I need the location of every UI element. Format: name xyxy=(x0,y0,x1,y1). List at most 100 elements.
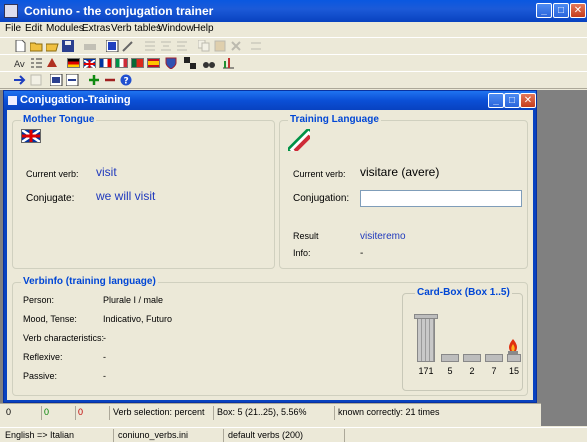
conjugation-label: Conjugation: xyxy=(293,193,350,204)
child-window-body: Mother Tongue Current verb: visit Conjug… xyxy=(7,110,533,400)
verbinfo-characteristics-value: - xyxy=(103,333,106,343)
shield-icon[interactable] xyxy=(165,57,178,69)
menu-bar: File Edit Modules Extras Verb tables Win… xyxy=(0,22,587,37)
child-maximize-button[interactable]: □ xyxy=(504,93,520,108)
flag-german-icon[interactable] xyxy=(67,58,80,68)
print-icon[interactable] xyxy=(84,40,97,52)
svg-text:Av: Av xyxy=(14,60,26,69)
book-icon[interactable] xyxy=(46,57,59,69)
conjugation-input[interactable] xyxy=(360,190,522,207)
menu-edit[interactable]: Edit xyxy=(25,23,42,34)
verbinfo-reflexive-label: Reflexive: xyxy=(23,352,63,362)
app-icon xyxy=(4,4,18,18)
chess-icon[interactable] xyxy=(184,57,197,69)
tools-icon[interactable] xyxy=(122,40,135,52)
copy-icon[interactable] xyxy=(198,40,211,52)
flag-spain-icon[interactable] xyxy=(147,58,160,68)
flag-uk-icon[interactable] xyxy=(83,58,96,69)
verbinfo-group: Verbinfo (training language) Person: Plu… xyxy=(12,276,528,396)
flag-france-icon[interactable] xyxy=(99,58,112,68)
remove-icon[interactable] xyxy=(104,74,117,86)
app-title: Coniuno - the conjugation trainer xyxy=(24,4,214,18)
card-box-pillar-4 xyxy=(485,354,503,362)
status-known: known correctly: 21 times xyxy=(338,407,440,417)
exercise-icon[interactable] xyxy=(66,74,79,86)
result-value: visiteremo xyxy=(360,231,406,242)
child-title: Conjugation-Training xyxy=(20,94,131,106)
statistics-icon[interactable] xyxy=(222,57,235,69)
status-verb-set: default verbs (200) xyxy=(225,429,345,442)
verbinfo-mood-label: Mood, Tense: xyxy=(23,314,77,324)
menu-help[interactable]: Help xyxy=(193,23,214,34)
verbinfo-person-label: Person: xyxy=(23,295,55,305)
vocabulary-icon[interactable] xyxy=(50,74,63,86)
app-title-bar: Coniuno - the conjugation trainer _ □ ✕ xyxy=(0,0,587,22)
status-language-pair: English => Italian xyxy=(2,429,114,442)
sort-icon[interactable] xyxy=(250,40,263,52)
flame-icon xyxy=(508,339,518,354)
menu-file[interactable]: File xyxy=(5,23,21,34)
table-icon[interactable] xyxy=(106,40,119,52)
toolbar-main xyxy=(0,37,587,55)
card-box-count-3: 2 xyxy=(469,366,475,376)
card-box-count-2: 5 xyxy=(447,366,453,376)
mother-current-verb: visit xyxy=(96,165,117,179)
verbinfo-characteristics-label: Verb characteristics: xyxy=(23,333,105,343)
verbinfo-reflexive-value: - xyxy=(103,352,106,362)
status-wrong: 0 xyxy=(76,406,110,420)
card-box-pillar-cap-1 xyxy=(414,314,438,319)
result-label: Result xyxy=(293,231,319,241)
menu-extras[interactable]: Extras xyxy=(82,23,110,34)
open-icon[interactable] xyxy=(46,40,59,52)
align-icon-1[interactable] xyxy=(144,40,157,52)
help-icon[interactable]: ? xyxy=(120,74,133,86)
save-icon[interactable] xyxy=(62,40,75,52)
status-total: 0 xyxy=(4,406,42,420)
card-box-pillar-5 xyxy=(507,354,521,362)
menu-modules[interactable]: Modules xyxy=(46,23,84,34)
delete-icon[interactable] xyxy=(230,40,243,52)
new-file-icon[interactable] xyxy=(14,40,27,52)
training-language-title: Training Language xyxy=(288,114,381,125)
mother-conjugate-label: Conjugate: xyxy=(26,193,75,204)
menu-window[interactable]: Window xyxy=(158,23,194,34)
align-icon-3[interactable] xyxy=(176,40,189,52)
child-minimize-button[interactable]: _ xyxy=(488,93,504,108)
list-icon[interactable] xyxy=(30,57,43,69)
mother-tongue-group: Mother Tongue Current verb: visit Conjug… xyxy=(12,114,275,269)
minimize-button[interactable]: _ xyxy=(536,3,552,18)
open-folder-icon[interactable] xyxy=(30,40,43,52)
child-title-bar: Conjugation-Training _ □ ✕ xyxy=(4,91,536,110)
mother-current-verb-label: Current verb: xyxy=(26,169,79,179)
menu-verb-tables[interactable]: Verb tables xyxy=(111,23,161,34)
close-button[interactable]: ✕ xyxy=(570,3,586,18)
arrow-right-icon[interactable] xyxy=(14,74,27,86)
training-language-group: Training Language Current verb: visitare… xyxy=(279,114,528,269)
app-window: Coniuno - the conjugation trainer _ □ ✕ … xyxy=(0,0,587,442)
add-icon[interactable] xyxy=(88,74,101,86)
main-status-bar: English => Italian coniuno_verbs.ini def… xyxy=(0,427,587,442)
child-close-button[interactable]: ✕ xyxy=(520,93,536,108)
flag-italy-icon xyxy=(288,129,310,151)
align-icon-2[interactable] xyxy=(160,40,173,52)
flag-uk-icon xyxy=(21,128,41,144)
conjugation-icon[interactable]: Av xyxy=(14,57,27,69)
flag-portugal-icon[interactable] xyxy=(131,58,144,68)
binoculars-icon[interactable] xyxy=(203,57,216,69)
maximize-button[interactable]: □ xyxy=(553,3,569,18)
mother-conjugate: we will visit xyxy=(96,189,156,203)
flag-italy-icon[interactable] xyxy=(115,58,128,68)
card-box-title: Card-Box (Box 1..5) xyxy=(415,287,512,298)
verbinfo-title: Verbinfo (training language) xyxy=(21,276,158,287)
conjugation-training-window: Conjugation-Training _ □ ✕ Mother Tongue… xyxy=(3,90,537,403)
card-icon[interactable] xyxy=(30,74,43,86)
paste-icon[interactable] xyxy=(214,40,227,52)
training-current-verb-label: Current verb: xyxy=(293,169,346,179)
card-box-count-5: 15 xyxy=(508,366,519,376)
card-box-group: Card-Box (Box 1..5) 171 5 2 7 15 xyxy=(402,287,523,391)
status-verb-file: coniuno_verbs.ini xyxy=(115,429,224,442)
child-window-icon xyxy=(8,96,17,105)
training-status-bar: 0 0 0 Verb selection: percent Box: 5 (21… xyxy=(0,403,541,426)
card-box-count-1: 171 xyxy=(418,366,434,376)
status-correct: 0 xyxy=(42,406,76,420)
